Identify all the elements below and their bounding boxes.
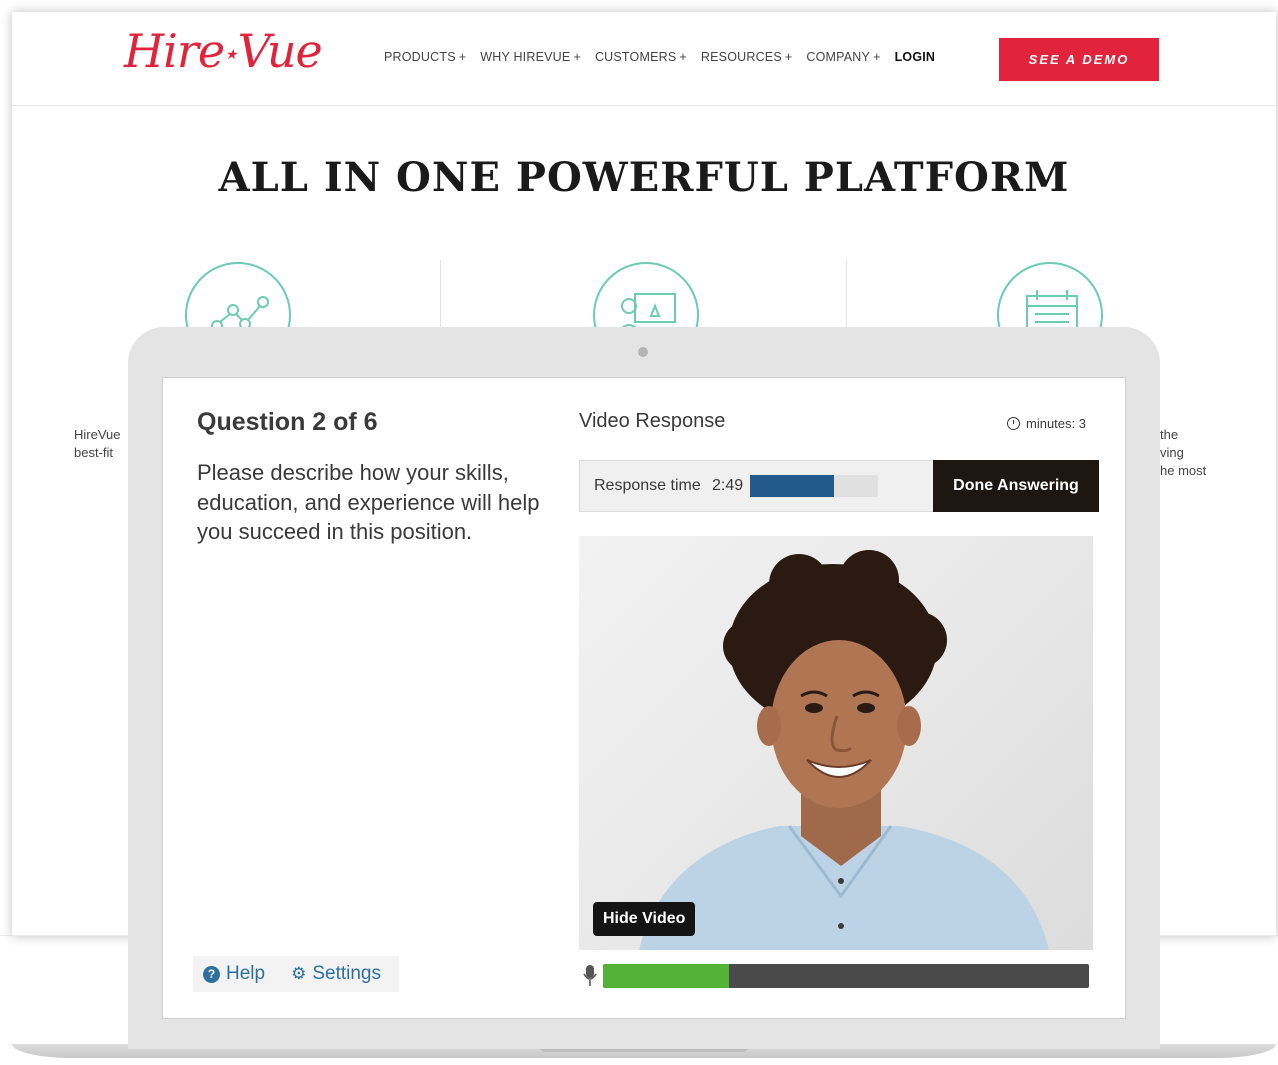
minutes-indicator: minutes: 3 [1007, 416, 1086, 431]
hirevue-logo[interactable]: Hire★Vue [124, 24, 323, 78]
clock-icon [1007, 417, 1020, 430]
nav-products[interactable]: PRODUCTS + [384, 50, 466, 64]
main-nav: PRODUCTS + WHY HIREVUE + CUSTOMERS + RESOUR… [384, 50, 935, 64]
column-divider [440, 260, 441, 330]
nav-products-label: PRODUCTS [384, 50, 456, 64]
webcam-dot [638, 347, 648, 357]
gear-icon: ⚙ [291, 964, 307, 983]
feature-text-line: he most [1160, 463, 1207, 478]
question-text: Please describe how your skills, educati… [197, 460, 540, 544]
plus-icon: + [873, 50, 881, 64]
feature-text-line: best-fit [74, 445, 114, 460]
question-title: Question 2 of 6 [197, 408, 378, 436]
response-time-value: 2:49 [712, 477, 744, 494]
video-response-title: Video Response [579, 410, 726, 432]
nav-resources[interactable]: RESOURCES + [701, 50, 792, 64]
site-header: Hire★Vue PRODUCTS + WHY HIREVUE + CUSTOMER… [12, 12, 1276, 106]
see-a-demo-button[interactable]: SEE A DEMO [999, 38, 1159, 81]
nav-company[interactable]: COMPANY + [806, 50, 880, 64]
feature-text-right: the ving he most [1160, 426, 1206, 480]
interview-screen: Question 2 of 6 Please describe how your… [162, 377, 1126, 1019]
help-bar: ? Help ⚙ Settings [193, 956, 399, 992]
feature-text-line: ving [1160, 445, 1184, 460]
minutes-label: minutes: 3 [1026, 416, 1086, 431]
help-link[interactable]: ? Help [203, 963, 265, 985]
settings-link[interactable]: ⚙ Settings [291, 963, 381, 985]
help-label: Help [226, 963, 266, 984]
audio-level-fill [603, 964, 730, 988]
video-preview: Hide Video [579, 536, 1093, 950]
nav-resources-label: RESOURCES [700, 50, 782, 64]
nav-why-hirevue[interactable]: WHY HIREVUE + [480, 50, 581, 64]
candidate-video-image [639, 550, 1049, 950]
logo-text-vue: Vue [237, 24, 323, 78]
feature-text-line: HireVue [74, 427, 121, 442]
nav-customers[interactable]: CUSTOMERS + [595, 50, 687, 64]
feature-text-line: the [1160, 427, 1179, 442]
plus-icon: + [679, 50, 687, 64]
microphone-icon [583, 965, 597, 986]
column-divider [846, 260, 847, 330]
settings-label: Settings [312, 963, 381, 984]
help-icon: ? [203, 965, 220, 983]
response-progress-fill [750, 475, 835, 497]
logo-star-icon: ★ [225, 47, 238, 63]
response-time-label: Response time [594, 477, 701, 494]
plus-icon: + [573, 50, 581, 64]
feature-text-left: HireVue best-fit [74, 426, 120, 462]
page-title: ALL IN ONE POWERFUL PLATFORM [218, 154, 1070, 201]
nav-customers-label: CUSTOMERS [594, 50, 677, 64]
laptop-frame: Question 2 of 6 Please describe how your… [128, 327, 1160, 1049]
audio-level-meter [603, 964, 1089, 988]
logo-text-hire: Hire [124, 24, 225, 78]
nav-login[interactable]: LOGIN [895, 50, 936, 64]
done-answering-button[interactable]: Done Answering [933, 460, 1099, 512]
plus-icon: + [458, 50, 467, 64]
plus-icon: + [784, 50, 793, 64]
nav-why-hirevue-label: WHY HIREVUE [480, 50, 571, 64]
nav-company-label: COMPANY [806, 50, 871, 64]
hide-video-button[interactable]: Hide Video [593, 902, 696, 936]
response-progress-track [750, 475, 878, 497]
